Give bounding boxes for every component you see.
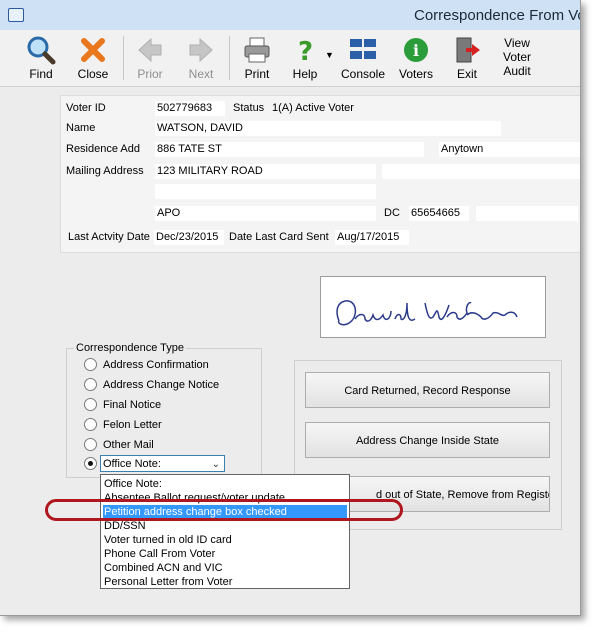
help-button[interactable]: ? Help	[282, 32, 328, 84]
prior-label: Prior	[137, 67, 163, 81]
toolbar-separator	[229, 36, 230, 80]
last-card-field: Aug/17/2015	[335, 230, 409, 245]
radio-felon-letter[interactable]: Felon Letter	[84, 416, 162, 434]
radio-other-mail[interactable]: Other Mail	[84, 436, 154, 454]
print-label: Print	[244, 67, 270, 81]
chevron-down-icon[interactable]: ⌄	[212, 456, 220, 473]
office-note-combo[interactable]: Office Note: ⌄	[100, 455, 225, 472]
card-returned-button[interactable]: Card Returned, Record Response	[305, 372, 550, 408]
next-label: Next	[188, 67, 214, 81]
view-voter-audit-button[interactable]: View Voter Audit	[494, 32, 540, 84]
status-label: Status	[233, 102, 265, 114]
office-note-dropdown-list: Office Note: Absentee Ballot request/vot…	[100, 474, 350, 589]
console-icon	[350, 39, 376, 59]
mailing-line2-field	[155, 184, 376, 199]
find-label: Find	[29, 67, 53, 81]
last-activity-field: Dec/23/2015	[154, 230, 224, 245]
dropdown-item[interactable]: Personal Letter from Voter	[103, 575, 347, 589]
view-voter-audit-label-line1: View	[504, 36, 530, 50]
radio-address-change-notice[interactable]: Address Change Notice	[84, 376, 219, 394]
radio-button[interactable]	[84, 397, 97, 411]
help-dropdown-arrow-icon[interactable]: ▼	[325, 50, 334, 60]
console-label: Console	[340, 67, 386, 81]
exit-door-icon	[456, 37, 480, 63]
view-voter-audit-label-line2: Voter	[502, 50, 532, 64]
highlight-annotation-ellipse	[45, 499, 403, 521]
magnifier-icon	[27, 36, 56, 65]
next-button[interactable]: Next	[178, 32, 224, 84]
svg-text:?: ?	[298, 37, 313, 65]
residence-city-field: Anytown	[439, 142, 580, 157]
radio-label: Felon Letter	[103, 419, 162, 431]
dropdown-item[interactable]: Phone Call From Voter	[103, 547, 347, 561]
close-button[interactable]: Close	[70, 32, 116, 84]
last-card-label: Date Last Card Sent	[229, 231, 329, 243]
mailing-extra-field	[382, 164, 580, 179]
title-bar: Correspondence From Vo	[0, 0, 580, 31]
radio-final-notice[interactable]: Final Notice	[84, 396, 161, 414]
residence-label: Residence Add	[66, 143, 140, 155]
app-icon	[8, 8, 24, 22]
status-value: 1(A) Active Voter	[272, 102, 354, 114]
close-x-icon	[81, 38, 105, 62]
voters-button[interactable]: i Voters	[393, 32, 439, 84]
dropdown-item[interactable]: Combined ACN and VIC	[103, 561, 347, 575]
exit-button[interactable]: Exit	[444, 32, 490, 84]
mailing-label: Mailing Address	[66, 165, 144, 177]
arrow-left-icon	[138, 37, 162, 63]
exit-label: Exit	[456, 67, 477, 81]
radio-label: Final Notice	[103, 399, 162, 411]
signature-image	[336, 300, 518, 326]
mailing-zip-field: 65654665	[409, 206, 469, 221]
dropdown-item[interactable]: DD/SSN	[103, 519, 347, 533]
radio-label: Other Mail	[103, 439, 154, 451]
radio-button[interactable]	[84, 357, 97, 371]
print-button[interactable]: Print	[234, 32, 280, 84]
mailing-state-value: DC	[384, 207, 400, 219]
find-button[interactable]: Find	[18, 32, 64, 84]
main-window: Correspondence From Vo Find Close Prior	[0, 0, 581, 616]
combo-value: Office Note:	[103, 458, 161, 470]
residence-address-field: 886 TATE ST	[155, 142, 424, 157]
mailing-zip-ext-field	[476, 206, 578, 221]
radio-label: Address Change Notice	[103, 379, 220, 391]
radio-button[interactable]	[84, 437, 97, 451]
dropdown-item[interactable]: Office Note:	[103, 477, 347, 491]
arrow-right-icon	[189, 37, 213, 63]
radio-label: Address Confirmation	[103, 359, 209, 371]
voter-id-field: 502779683	[155, 101, 225, 116]
radio-button[interactable]	[84, 417, 97, 431]
name-field: WATSON, DAVID	[155, 121, 501, 136]
radio-button[interactable]	[84, 377, 97, 391]
radio-button-selected[interactable]	[84, 456, 97, 470]
help-icon: ?	[298, 37, 313, 65]
voters-label: Voters	[398, 67, 434, 81]
toolbar-separator	[123, 36, 124, 80]
radio-address-confirmation[interactable]: Address Confirmation	[84, 356, 209, 374]
mailing-line1-field: 123 MILITARY ROAD	[155, 164, 376, 179]
view-voter-audit-label-line3: Audit	[503, 64, 531, 78]
signature-box	[320, 276, 546, 338]
correspondence-type-label: Correspondence Type	[74, 342, 187, 354]
last-activity-label: Last Actvity Date	[68, 231, 150, 243]
svg-text:i: i	[413, 41, 419, 60]
mailing-city-field: APO	[155, 206, 376, 221]
dropdown-item[interactable]: Voter turned in old ID card	[103, 533, 347, 547]
help-label: Help	[292, 67, 318, 81]
info-icon: i	[404, 38, 428, 62]
close-label: Close	[77, 67, 109, 81]
address-change-inside-button[interactable]: Address Change Inside State	[305, 422, 550, 458]
window-title: Correspondence From Vo	[414, 7, 581, 24]
console-button[interactable]: Console	[336, 32, 390, 84]
printer-icon	[244, 37, 270, 63]
voter-id-label: Voter ID	[66, 102, 106, 114]
prior-button[interactable]: Prior	[127, 32, 173, 84]
toolbar: Find Close Prior Next Print ? Help ▼ Con…	[0, 30, 580, 87]
name-label: Name	[66, 122, 96, 134]
